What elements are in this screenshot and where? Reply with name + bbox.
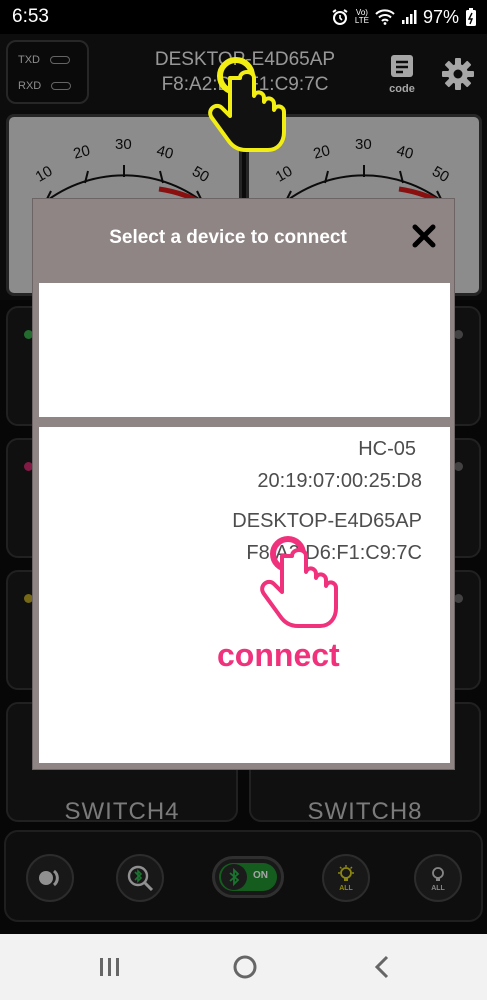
dialog-empty-area xyxy=(39,283,450,417)
lte-indicator: Vo) LTE xyxy=(354,8,369,25)
status-time: 6:53 xyxy=(12,6,49,27)
status-icons: Vo) LTE 97% xyxy=(331,6,477,28)
device-item-hc05[interactable]: HC-05 20:19:07:00:25:D8 xyxy=(257,433,422,497)
device-select-dialog: Select a device to connect HC-05 20:19:0… xyxy=(32,198,455,770)
wifi-icon xyxy=(375,9,395,25)
device-list: HC-05 20:19:07:00:25:D8 DESKTOP-E4D65AP … xyxy=(39,427,450,763)
tap-hand-pink-icon xyxy=(260,536,338,628)
recent-apps-icon[interactable] xyxy=(98,956,122,978)
status-bar: 6:53 Vo) LTE 97% xyxy=(0,0,487,34)
signal-icon xyxy=(401,10,417,24)
battery-percent: 97% xyxy=(422,6,459,27)
tap-hand-yellow-icon xyxy=(208,57,286,152)
device-item-name: HC-05 xyxy=(358,438,416,460)
back-icon[interactable] xyxy=(372,954,392,980)
close-icon[interactable] xyxy=(409,221,439,251)
battery-charging-icon xyxy=(466,8,476,26)
system-nav-bar xyxy=(0,934,487,1000)
home-icon[interactable] xyxy=(232,954,258,980)
dialog-title: Select a device to connect xyxy=(109,227,347,248)
device-item-mac: 20:19:07:00:25:D8 xyxy=(257,470,422,492)
device-item-name: DESKTOP-E4D65AP xyxy=(232,510,422,532)
connect-annotation: connect xyxy=(217,637,340,673)
alarm-icon xyxy=(332,9,348,25)
